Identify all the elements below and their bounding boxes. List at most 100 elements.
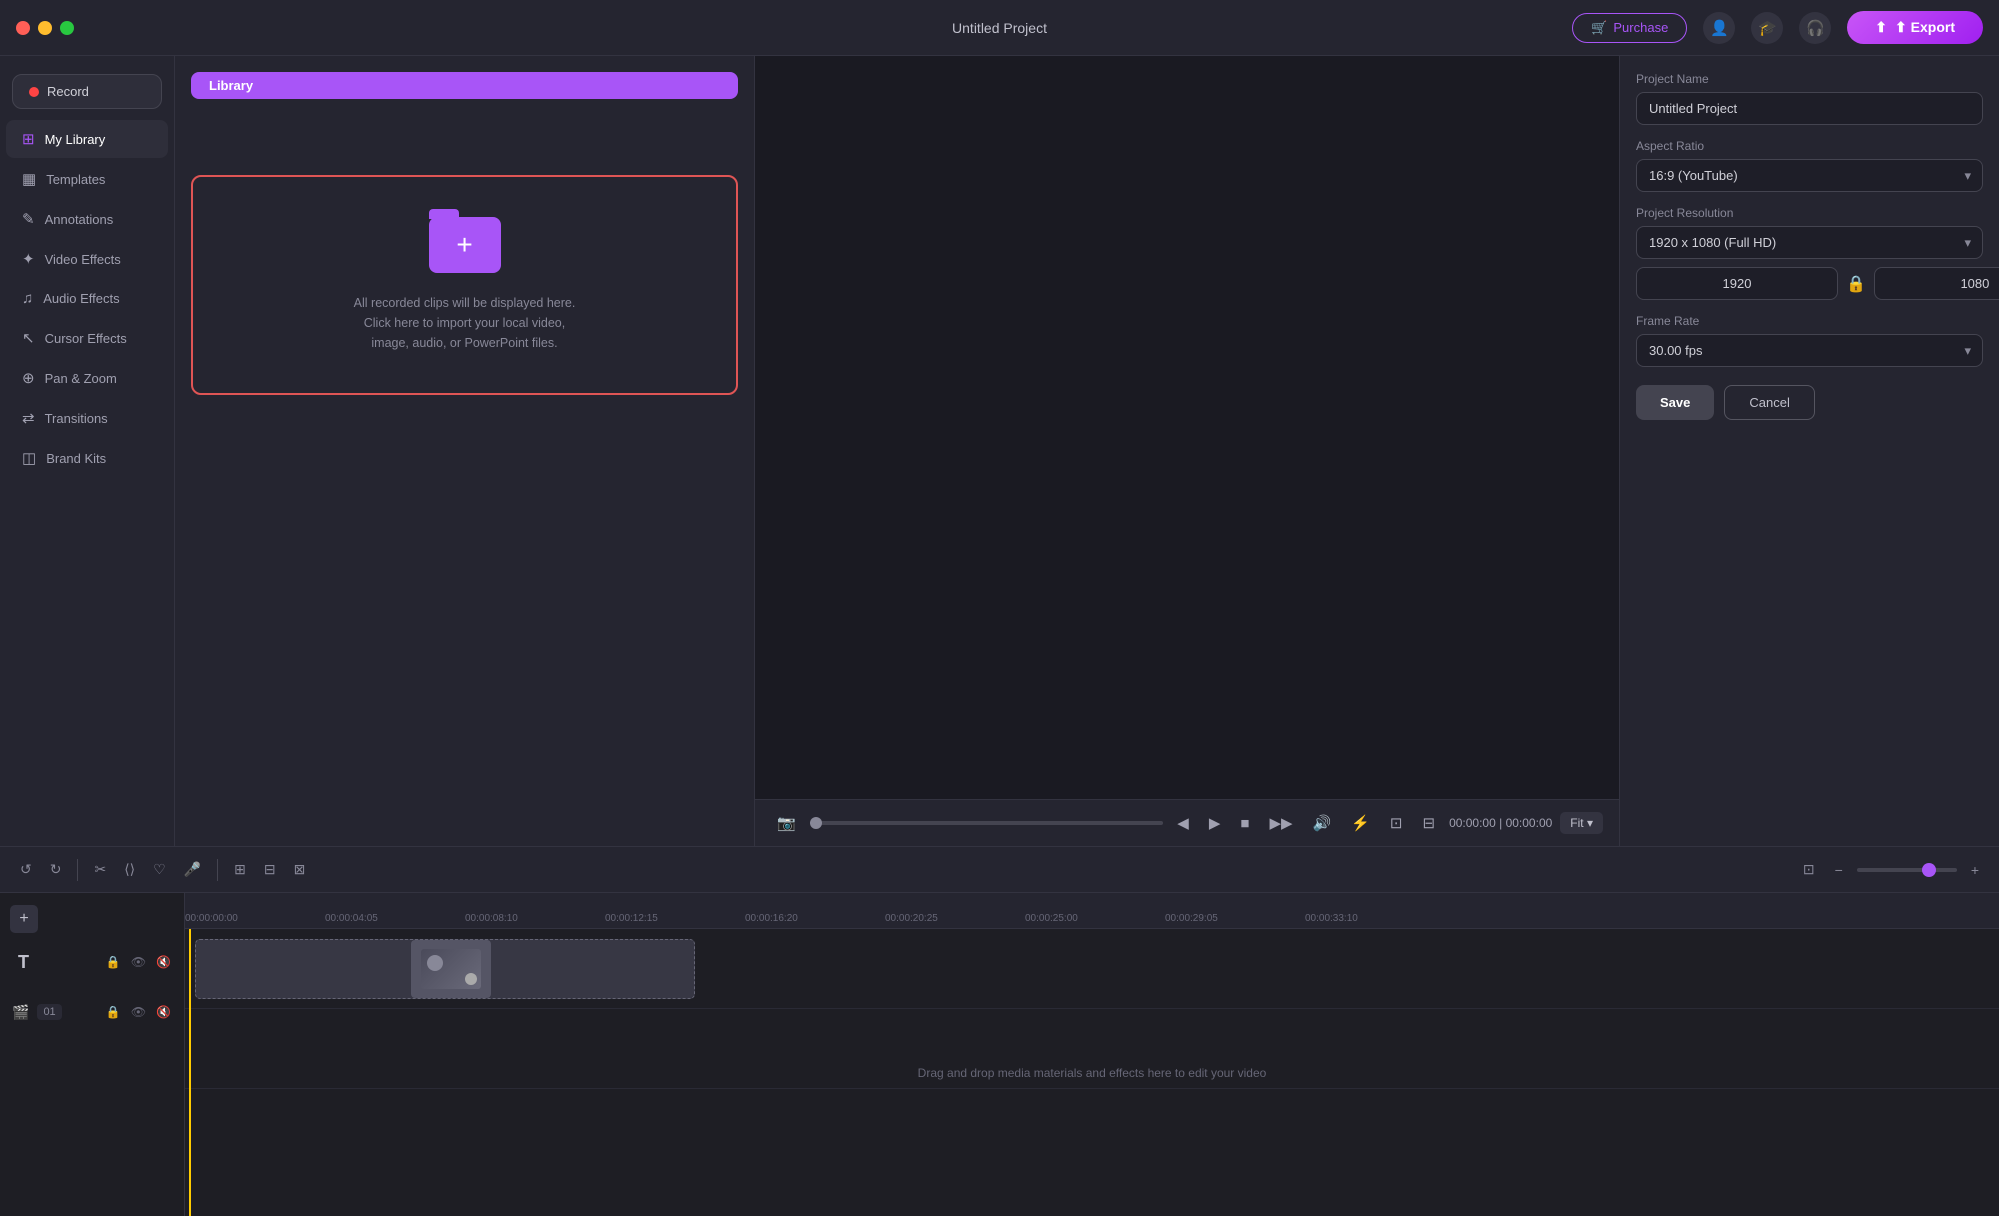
text-track-row — [185, 929, 1999, 1009]
clip-thumbnail-inner — [421, 949, 481, 989]
rewind-button[interactable]: ◀ — [1171, 810, 1195, 836]
close-button[interactable] — [16, 21, 30, 35]
track-mute-button[interactable]: 🔇 — [153, 953, 174, 971]
headset-icon[interactable]: 🎧 — [1799, 12, 1831, 44]
sidebar-item-transitions[interactable]: ⇄ Transitions — [6, 399, 168, 437]
properties-panel: Project Name Aspect Ratio 16:9 (YouTube)… — [1619, 56, 1999, 846]
minimize-button[interactable] — [38, 21, 52, 35]
project-name-label: Project Name — [1636, 72, 1983, 86]
sidebar-item-annotations[interactable]: ✎ Annotations — [6, 200, 168, 238]
resolution-inputs: 🔒 — [1636, 267, 1983, 300]
stop-button[interactable]: ■ — [1234, 811, 1255, 836]
track-visible-button[interactable]: 👁 — [128, 953, 149, 971]
preview-panel: 📷 ◀ ▶ ■ ▶▶ 🔊 ⚡ ⊡ ⊟ 00:00:00 | 00:00:00 — [755, 56, 1619, 846]
record-dot — [29, 87, 39, 97]
screenshot-button[interactable]: 📷 — [771, 810, 802, 836]
track-lock-button[interactable]: 🔒 — [103, 953, 124, 971]
preview-controls: 📷 ◀ ▶ ■ ▶▶ 🔊 ⚡ ⊡ ⊟ 00:00:00 | 00:00:00 — [755, 799, 1619, 846]
window-controls — [16, 21, 74, 35]
ruler-tick-6: 00:00:25:00 — [1025, 913, 1078, 924]
fast-forward-button[interactable]: ▶▶ — [1263, 810, 1298, 836]
group-button[interactable]: ⊠ — [288, 857, 312, 882]
brand-kits-icon: ◫ — [22, 449, 36, 467]
templates-icon: ▦ — [22, 170, 36, 188]
save-button[interactable]: Save — [1636, 385, 1714, 420]
undo-button[interactable]: ↺ — [14, 857, 38, 882]
drag-drop-hint: Drag and drop media materials and effect… — [918, 1066, 1267, 1080]
frame-rate-select[interactable]: 30.00 fps — [1636, 334, 1983, 367]
annotations-icon: ✎ — [22, 210, 35, 228]
timeline-ruler-area: 00:00:00:00 00:00:04:05 00:00:08:10 00:0… — [185, 893, 1999, 1216]
zoom-fit-button[interactable]: ⊡ — [1797, 857, 1821, 882]
export-button[interactable]: ⬆ ⬆ Export — [1847, 11, 1983, 44]
resolution-section: Project Resolution 1920 x 1080 (Full HD)… — [1636, 206, 1983, 300]
graduation-icon[interactable]: 🎓 — [1751, 12, 1783, 44]
video-track-label-row: 🎬 01 🔒 👁 🔇 — [0, 987, 184, 1037]
project-name-section: Project Name — [1636, 72, 1983, 125]
ripple-button[interactable]: ♡ — [147, 857, 172, 882]
timeline-tracks: ЖС Drag a — [185, 929, 1999, 1216]
track-controls-2: 🔒 👁 🔇 — [103, 1003, 174, 1021]
progress-thumb[interactable] — [810, 817, 822, 829]
transitions-icon: ⇄ — [22, 409, 35, 427]
library-panel: Library + All recorded clips will be dis… — [175, 56, 755, 846]
audio-effects-icon: ♫ — [22, 290, 33, 307]
track2-lock-button[interactable]: 🔒 — [103, 1003, 124, 1021]
zoom-thumb[interactable] — [1922, 863, 1936, 877]
zoom-out-button[interactable]: − — [1829, 858, 1849, 882]
purchase-button[interactable]: 🛒 Purchase — [1572, 13, 1687, 43]
resolution-height-input[interactable] — [1874, 267, 1999, 300]
account-icon[interactable]: 👤 — [1703, 12, 1735, 44]
video-track-row: Drag and drop media materials and effect… — [185, 1009, 1999, 1089]
zoom-in-button[interactable]: + — [1965, 858, 1985, 882]
trim-button[interactable]: ✂ — [88, 857, 112, 882]
split-button[interactable]: ⟨⟩ — [118, 857, 141, 882]
sidebar-item-my-library[interactable]: ⊞ My Library — [6, 120, 168, 158]
import-area[interactable]: + All recorded clips will be displayed h… — [191, 175, 738, 395]
cancel-button[interactable]: Cancel — [1724, 385, 1814, 420]
sidebar-item-templates[interactable]: ▦ Templates — [6, 160, 168, 198]
aspect-ratio-section: Aspect Ratio 16:9 (YouTube) ▾ — [1636, 139, 1983, 192]
ruler-tick-5: 00:00:20:25 — [885, 913, 938, 924]
play-button[interactable]: ▶ — [1203, 810, 1227, 836]
playhead[interactable]: ЖС — [189, 929, 191, 1216]
aspect-ratio-select[interactable]: 16:9 (YouTube) — [1636, 159, 1983, 192]
text-track-label-row: T 🔒 👁 🔇 — [0, 937, 184, 987]
sidebar-item-brand-kits[interactable]: ◫ Brand Kits — [6, 439, 168, 477]
timeline-sidebar: + T 🔒 👁 🔇 🎬 01 🔒 👁 🔇 — [0, 893, 185, 1216]
project-name-input[interactable] — [1636, 92, 1983, 125]
track2-visible-button[interactable]: 👁 — [128, 1003, 149, 1021]
add-layer-button[interactable]: ⊞ — [228, 857, 252, 882]
text-track-clip[interactable] — [195, 939, 695, 999]
content-area: Library + All recorded clips will be dis… — [175, 56, 1999, 846]
add-track-button[interactable]: + — [10, 905, 38, 933]
sidebar-item-video-effects[interactable]: ✦ Video Effects — [6, 240, 168, 278]
ruler-tick-7: 00:00:29:05 — [1165, 913, 1218, 924]
resolution-label: Project Resolution — [1636, 206, 1983, 220]
aspect-button[interactable]: ⊟ — [1416, 810, 1441, 836]
preview-progress-bar[interactable] — [810, 821, 1164, 825]
volume-button[interactable]: 🔊 — [1307, 810, 1338, 836]
mic-button[interactable]: 🎤 — [178, 857, 207, 882]
sidebar: Record ⊞ My Library ▦ Templates ✎ Annota… — [0, 56, 175, 846]
record-button[interactable]: Record — [12, 74, 162, 109]
resolution-select[interactable]: 1920 x 1080 (Full HD) — [1636, 226, 1983, 259]
titlebar-actions: 🛒 Purchase 👤 🎓 🎧 ⬆ ⬆ Export — [1572, 11, 1983, 44]
redo-button[interactable]: ↻ — [44, 857, 68, 882]
crop-button[interactable]: ⊡ — [1384, 810, 1409, 836]
sidebar-item-audio-effects[interactable]: ♫ Audio Effects — [6, 280, 168, 317]
zoom-slider[interactable] — [1857, 868, 1957, 872]
track2-mute-button[interactable]: 🔇 — [153, 1003, 174, 1021]
clip-thumbnail — [411, 940, 491, 998]
ruler-tick-3: 00:00:12:15 — [605, 913, 658, 924]
time-display: 00:00:00 | 00:00:00 — [1449, 816, 1552, 830]
library-tab[interactable]: Library — [191, 72, 738, 99]
sidebar-item-cursor-effects[interactable]: ↖ Cursor Effects — [6, 319, 168, 357]
maximize-button[interactable] — [60, 21, 74, 35]
resolution-width-input[interactable] — [1636, 267, 1838, 300]
fit-button[interactable]: Fit ▾ — [1560, 812, 1603, 834]
remove-layer-button[interactable]: ⊟ — [258, 857, 282, 882]
clip-cursor-icon — [465, 973, 477, 985]
speed-button[interactable]: ⚡ — [1345, 810, 1376, 836]
sidebar-item-pan-zoom[interactable]: ⊕ Pan & Zoom — [6, 359, 168, 397]
